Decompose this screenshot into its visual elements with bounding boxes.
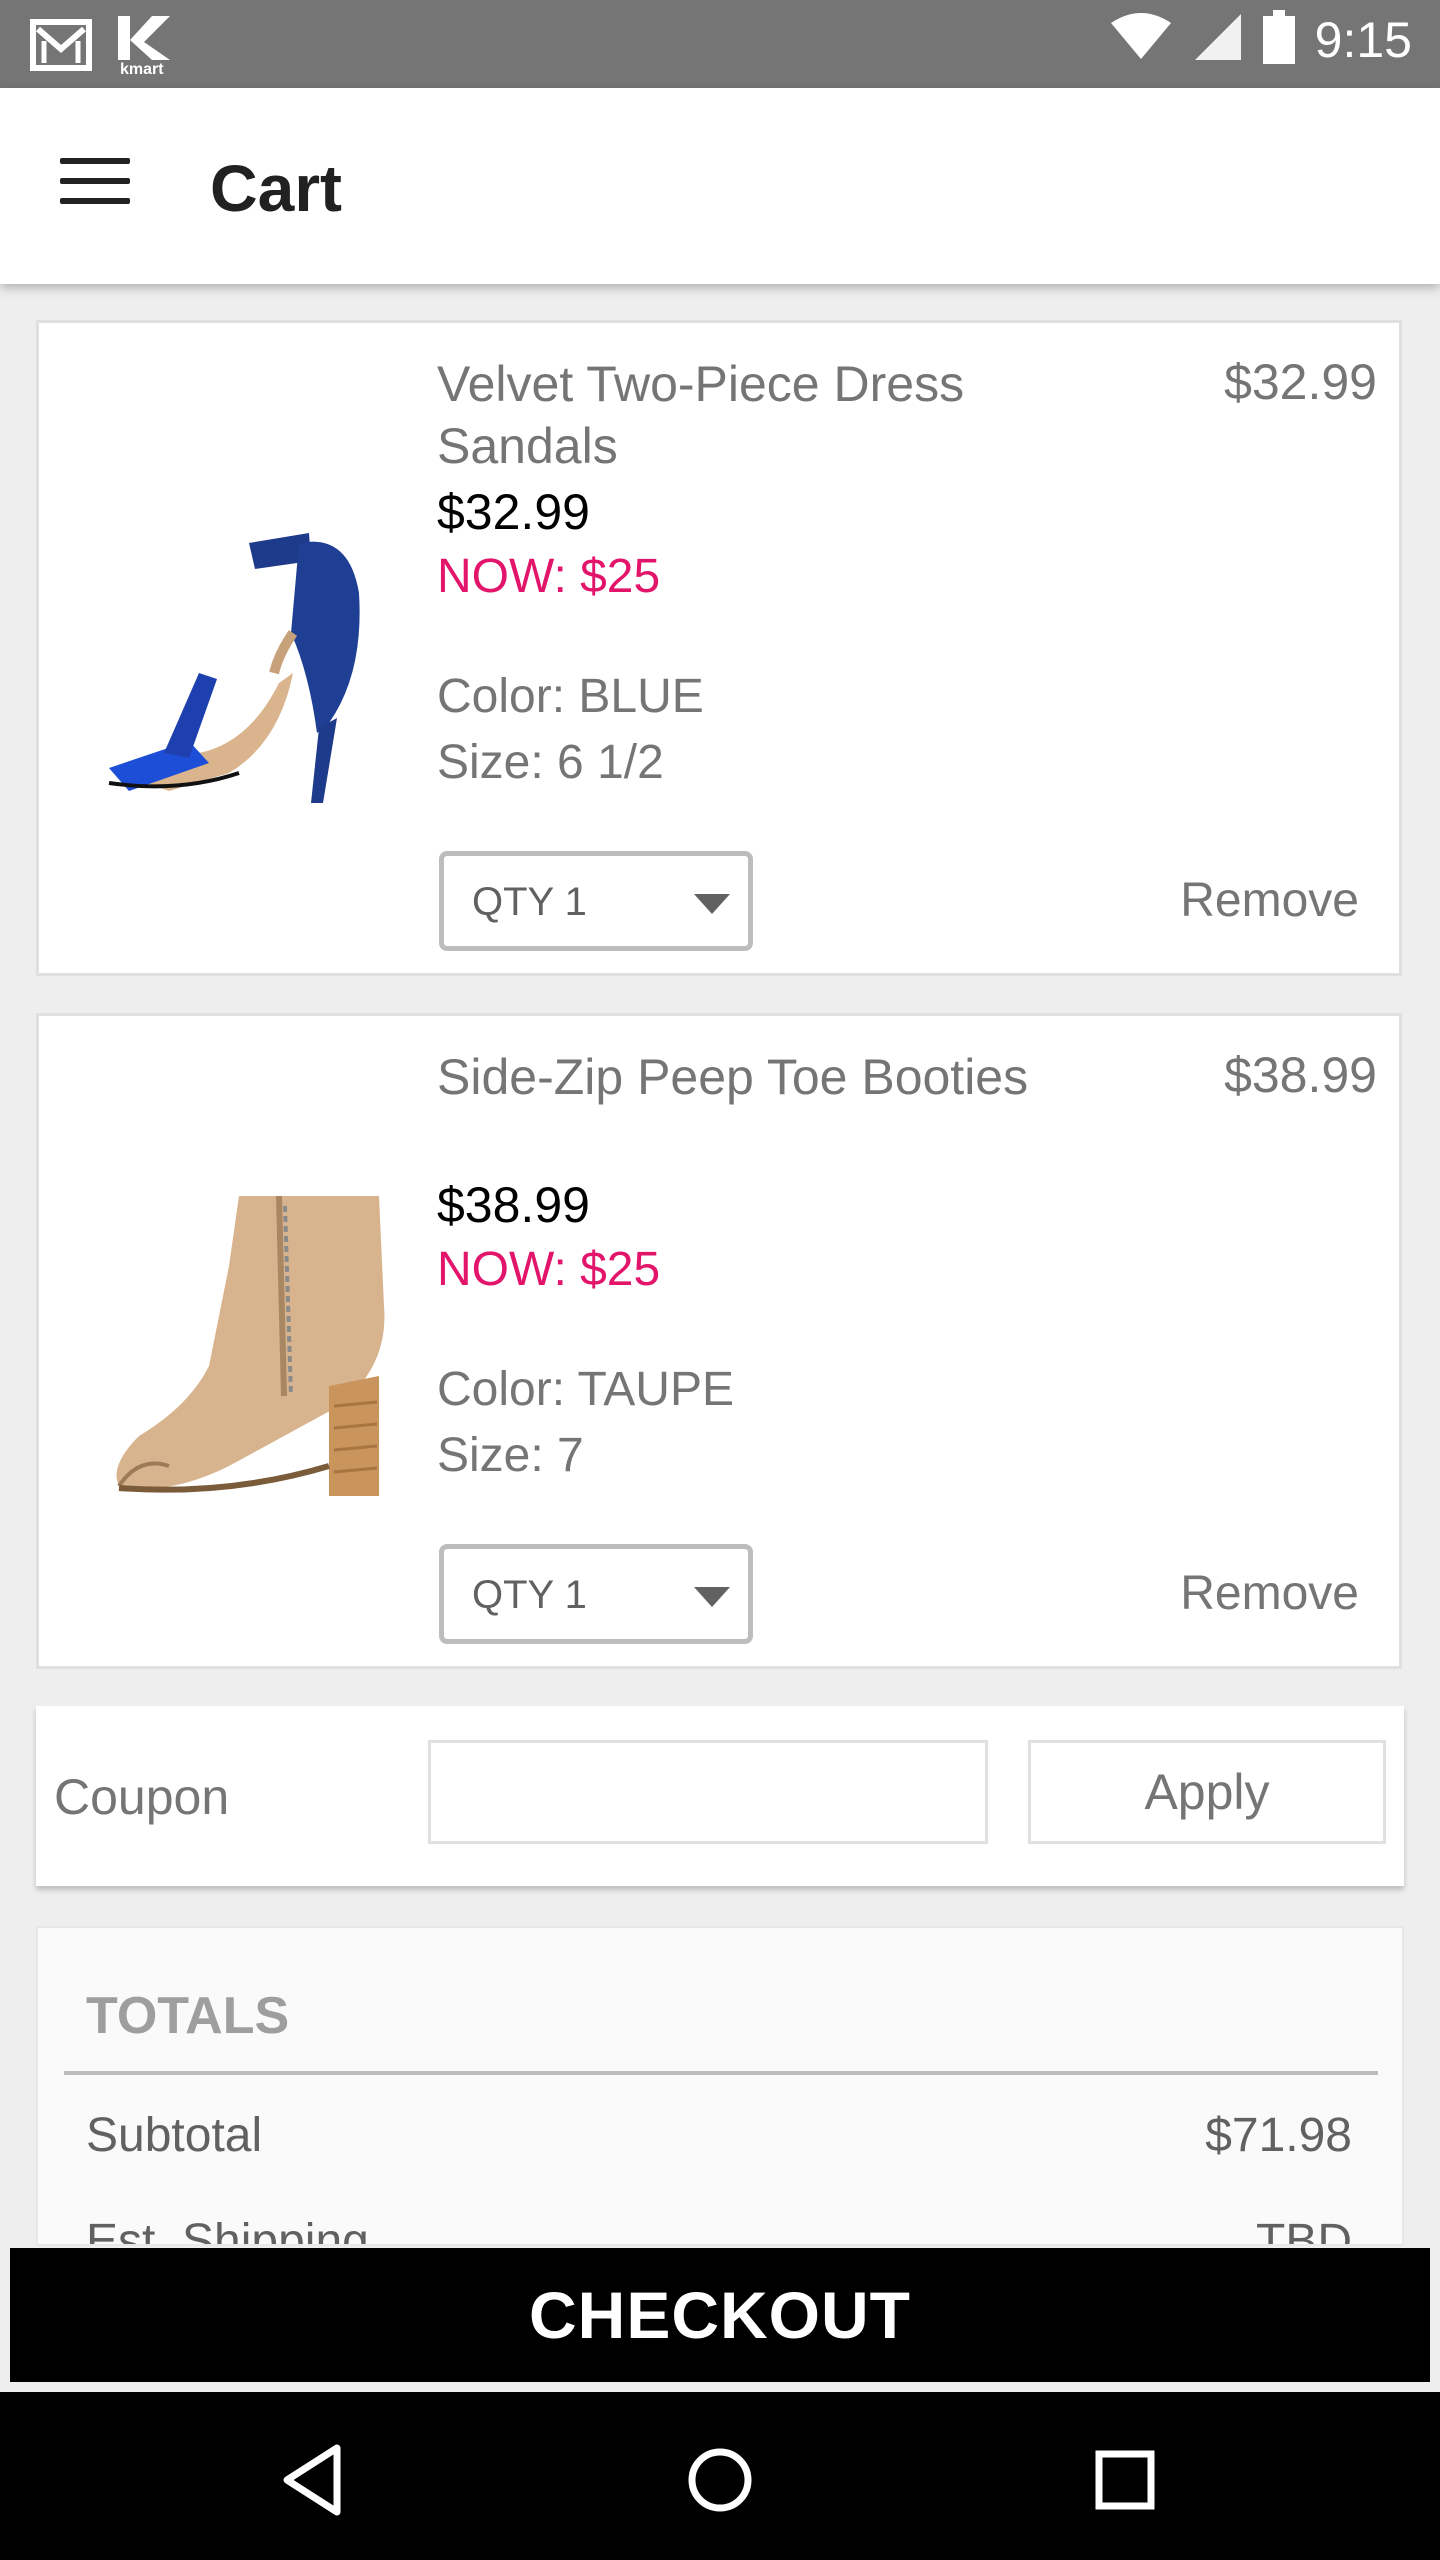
app-bar: Cart (0, 88, 1440, 284)
product-image[interactable] (79, 1166, 429, 1516)
quantity-select[interactable]: QTY 1 (439, 851, 753, 951)
subtotal-label: Subtotal (86, 2109, 263, 2162)
checkout-button[interactable]: CHECKOUT (10, 2248, 1430, 2382)
item-color: Color: BLUE (437, 670, 704, 723)
coupon-section: Coupon Apply (36, 1706, 1404, 1886)
line-total: $38.99 (1224, 1047, 1377, 1103)
recents-icon[interactable] (1075, 2430, 1175, 2530)
product-name[interactable]: Velvet Two-Piece Dress Sandals (437, 353, 1057, 477)
hamburger-menu-icon[interactable] (60, 158, 130, 214)
dropdown-arrow-icon (694, 894, 730, 914)
item-size: Size: 7 (437, 1429, 584, 1482)
apply-coupon-button[interactable]: Apply (1028, 1740, 1386, 1844)
product-image[interactable] (79, 473, 429, 823)
divider (64, 2071, 1378, 2075)
back-icon[interactable] (265, 2430, 365, 2530)
status-bar: kmart 9:15 (0, 0, 1440, 88)
item-color: Color: TAUPE (437, 1363, 734, 1416)
cart-item: Side-Zip Peep Toe Booties $38.99 $38.99 … (36, 1013, 1402, 1669)
remove-button[interactable]: Remove (1180, 1566, 1359, 1621)
shipping-label: Est. Shipping (86, 2215, 369, 2246)
page-title: Cart (210, 151, 343, 225)
home-icon[interactable] (670, 2430, 770, 2530)
svg-text:kmart: kmart (120, 61, 164, 76)
battery-icon (1262, 10, 1295, 69)
shipping-value: TBD (1256, 2215, 1352, 2246)
sale-price: NOW: $25 (437, 550, 661, 603)
gmail-icon (30, 19, 92, 76)
totals-section: TOTALS Subtotal $71.98 Est. Shipping TBD (36, 1926, 1404, 2246)
kmart-icon: kmart (114, 14, 176, 81)
clock-time: 9:15 (1314, 11, 1412, 68)
product-name[interactable]: Side-Zip Peep Toe Booties (437, 1046, 1057, 1108)
sale-price: NOW: $25 (437, 1243, 661, 1296)
coupon-label: Coupon (54, 1769, 230, 1825)
remove-button[interactable]: Remove (1180, 873, 1359, 928)
quantity-value: QTY 1 (472, 1573, 587, 1617)
cart-item: Velvet Two-Piece Dress Sandals $32.99 $3… (36, 320, 1402, 976)
coupon-input[interactable] (428, 1740, 988, 1844)
signal-icon (1193, 12, 1243, 67)
original-price: $38.99 (437, 1177, 590, 1233)
totals-heading: TOTALS (86, 1987, 290, 2045)
quantity-select[interactable]: QTY 1 (439, 1544, 753, 1644)
system-nav-bar (0, 2392, 1440, 2560)
quantity-value: QTY 1 (472, 880, 587, 924)
subtotal-value: $71.98 (1205, 2109, 1352, 2162)
item-size: Size: 6 1/2 (437, 736, 664, 789)
dropdown-arrow-icon (694, 1587, 730, 1607)
original-price: $32.99 (437, 484, 590, 540)
line-total: $32.99 (1224, 354, 1377, 410)
wifi-icon (1109, 13, 1173, 66)
